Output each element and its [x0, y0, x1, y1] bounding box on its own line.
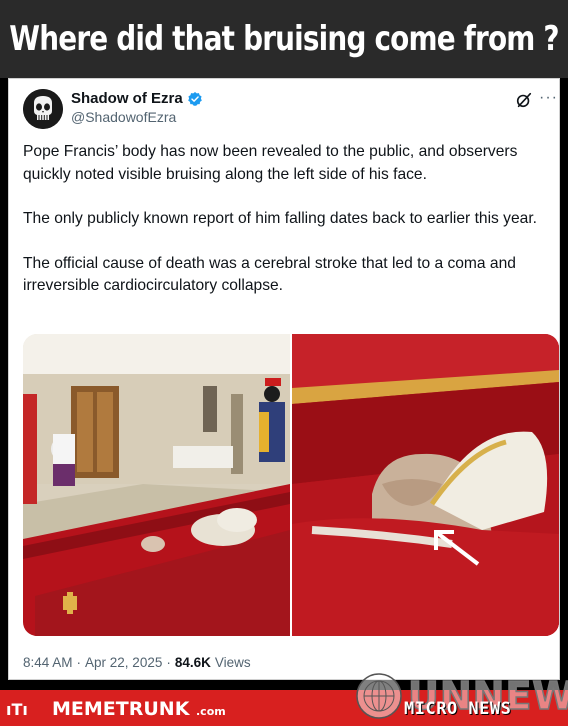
- tweet-photo-chapel[interactable]: [23, 334, 290, 636]
- author-avatar[interactable]: [23, 89, 63, 129]
- tweet-time[interactable]: 8:44 AM: [23, 655, 73, 670]
- author-display-name[interactable]: Shadow of Ezra: [71, 90, 203, 107]
- closeup-photo-image: [292, 334, 559, 636]
- verified-badge-icon: [187, 91, 202, 106]
- tweet-paragraph: The official cause of death was a cerebr…: [23, 254, 516, 295]
- meme-header: Where did that bruising come from ?: [0, 0, 568, 78]
- un-seal-icon: [356, 673, 402, 719]
- meme-title: Where did that bruising come from ?: [9, 19, 559, 59]
- tweet-footer: 8:44 AM · Apr 22, 2025 · 84.6K Views: [23, 655, 251, 670]
- views-label: Views: [214, 655, 251, 670]
- brand-suffix: .com: [196, 705, 226, 718]
- tweet-card[interactable]: Shadow of Ezra @ShadowofEzra ··· Pope Fr…: [8, 78, 560, 680]
- footer-separator: ·: [76, 655, 82, 670]
- author-handle[interactable]: @ShadowofEzra: [71, 109, 176, 125]
- memetrunk-logo-icon: ıTı: [6, 700, 28, 719]
- footer-separator: ·: [166, 655, 171, 670]
- grok-icon[interactable]: [515, 91, 533, 109]
- tweet-paragraph: Pope Francis’ body has now been revealed…: [23, 143, 518, 183]
- brand-name: MEMETRUNK: [52, 698, 190, 720]
- author-name-text[interactable]: Shadow of Ezra: [71, 90, 183, 107]
- punisher-skull-avatar-icon: [23, 89, 63, 129]
- tweet-date[interactable]: Apr 22, 2025: [85, 655, 162, 670]
- tweet-photo-closeup[interactable]: [292, 334, 559, 636]
- micro-news-tagline: MICRO NEWS: [404, 699, 512, 719]
- tweet-paragraph: The only publicly known report of him fa…: [23, 210, 537, 227]
- tweet-text: Pope Francis’ body has now been revealed…: [23, 141, 551, 320]
- tweet-media-grid: [23, 334, 559, 636]
- chapel-photo-image: [23, 334, 290, 636]
- more-options-icon[interactable]: ···: [539, 89, 558, 107]
- views-count: 84.6K: [174, 655, 211, 670]
